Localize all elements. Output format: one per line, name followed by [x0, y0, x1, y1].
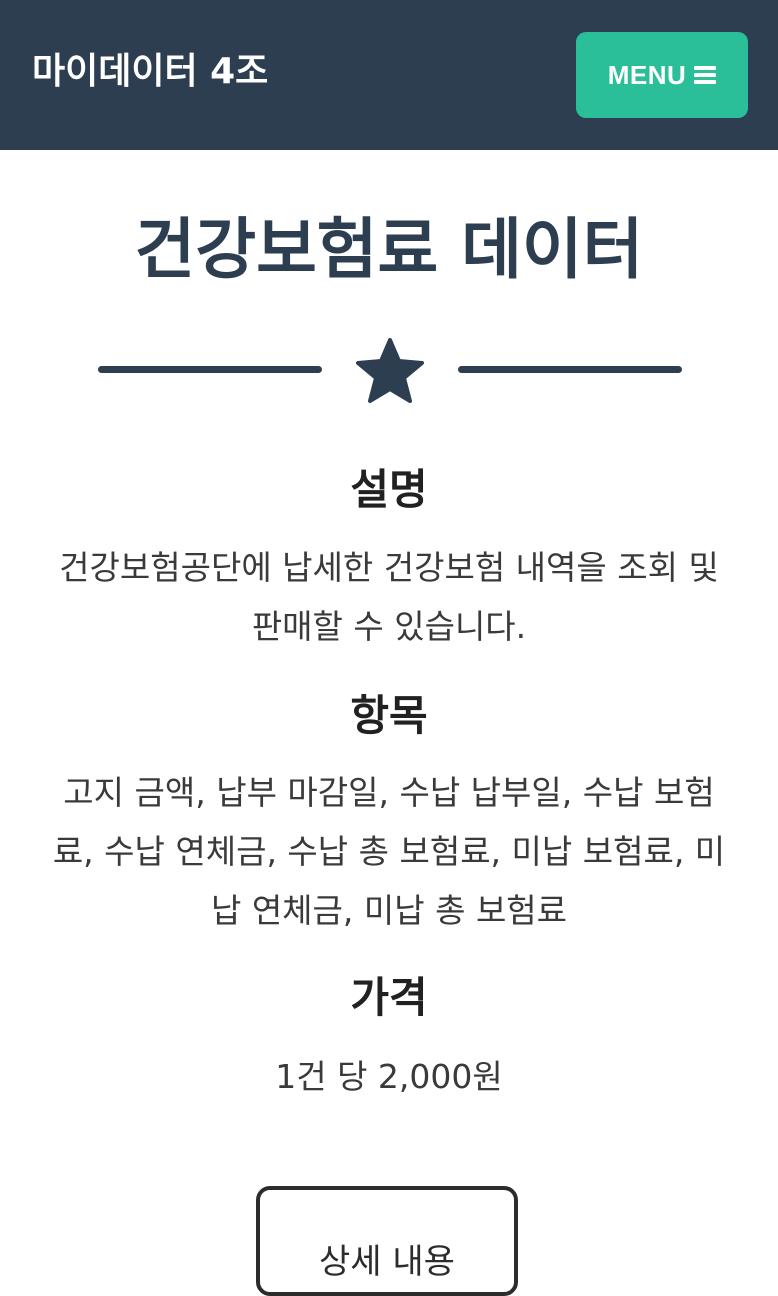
page-title: 건강보험료 데이터: [134, 211, 644, 288]
divider-line-left: [98, 366, 322, 373]
section-heading-description: 설명: [350, 465, 428, 514]
detail-button[interactable]: 상세 내용: [256, 1186, 518, 1296]
navbar: 마이데이터 4조 MENU: [0, 0, 778, 150]
section-text-items: 고지 금액, 납부 마감일, 수납 납부일, 수납 보험료, 수납 연체금, 수…: [52, 773, 726, 930]
section-text-description: 건강보험공단에 납세한 건강보험 내역을 조회 및 판매할 수 있습니다.: [59, 548, 719, 646]
menu-button[interactable]: MENU: [576, 32, 748, 118]
section-text-price: 1건 당 2,000원: [275, 1057, 503, 1096]
menu-label: MENU: [607, 59, 687, 90]
divider-line-right: [458, 366, 682, 373]
brand-title[interactable]: 마이데이터 4조: [32, 46, 268, 98]
star-icon: [354, 336, 426, 406]
section-heading-price: 가격: [350, 973, 428, 1022]
section-heading-items: 항목: [350, 691, 428, 740]
hamburger-icon: [694, 65, 717, 85]
